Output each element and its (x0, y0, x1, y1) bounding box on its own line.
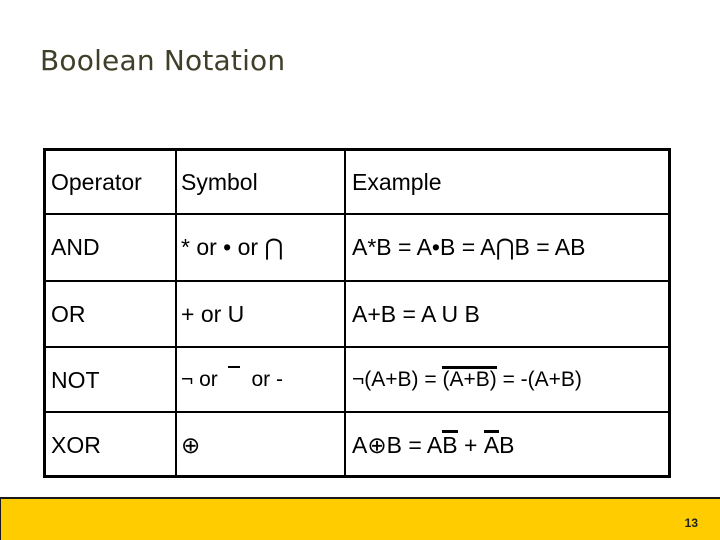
header-example: Example (352, 168, 442, 195)
column-divider (344, 151, 346, 475)
row-xor-example: A⊕B = AB + AB (352, 413, 515, 477)
row-xor-operator: XOR (51, 431, 101, 458)
slide-title: Boolean Notation (40, 44, 286, 77)
not-symbol-text: ¬ or (181, 368, 224, 391)
row-or-example: A+B = A U B (352, 300, 480, 327)
header-symbol: Symbol (181, 168, 258, 195)
xor-example-text: + (457, 431, 484, 458)
column-divider (175, 151, 177, 475)
not-example-text: = -(A+B) (496, 368, 582, 391)
not-example-overlined: (A+B) (442, 366, 498, 391)
not-example-text: ¬(A+B) = (352, 368, 443, 391)
boolean-notation-table: Operator Symbol Example AND * or • or ⋂ … (43, 148, 671, 478)
page-number: 13 (684, 516, 698, 530)
row-not-operator: NOT (51, 366, 100, 393)
row-and-operator: AND (51, 233, 100, 260)
xor-example-overlined: A (483, 429, 500, 458)
row-and-example: A*B = A•B = A⋂B = AB (352, 233, 586, 260)
row-xor-symbol: ⊕ (181, 431, 201, 458)
not-symbol-text: or - (245, 368, 283, 391)
footer-bar: 13 (0, 497, 720, 540)
xor-example-text: B (499, 431, 515, 458)
xor-example-overlined: B (442, 429, 458, 458)
row-not-symbol: ¬ or or - (181, 348, 283, 412)
row-not-example: ¬(A+B) = (A+B) = -(A+B) (352, 348, 582, 412)
row-or-symbol: + or U (181, 300, 245, 327)
xor-example-text: A⊕B = A (352, 431, 443, 458)
row-and-symbol: * or • or ⋂ (181, 233, 284, 260)
row-or-operator: OR (51, 300, 86, 327)
header-operator: Operator (51, 168, 142, 195)
